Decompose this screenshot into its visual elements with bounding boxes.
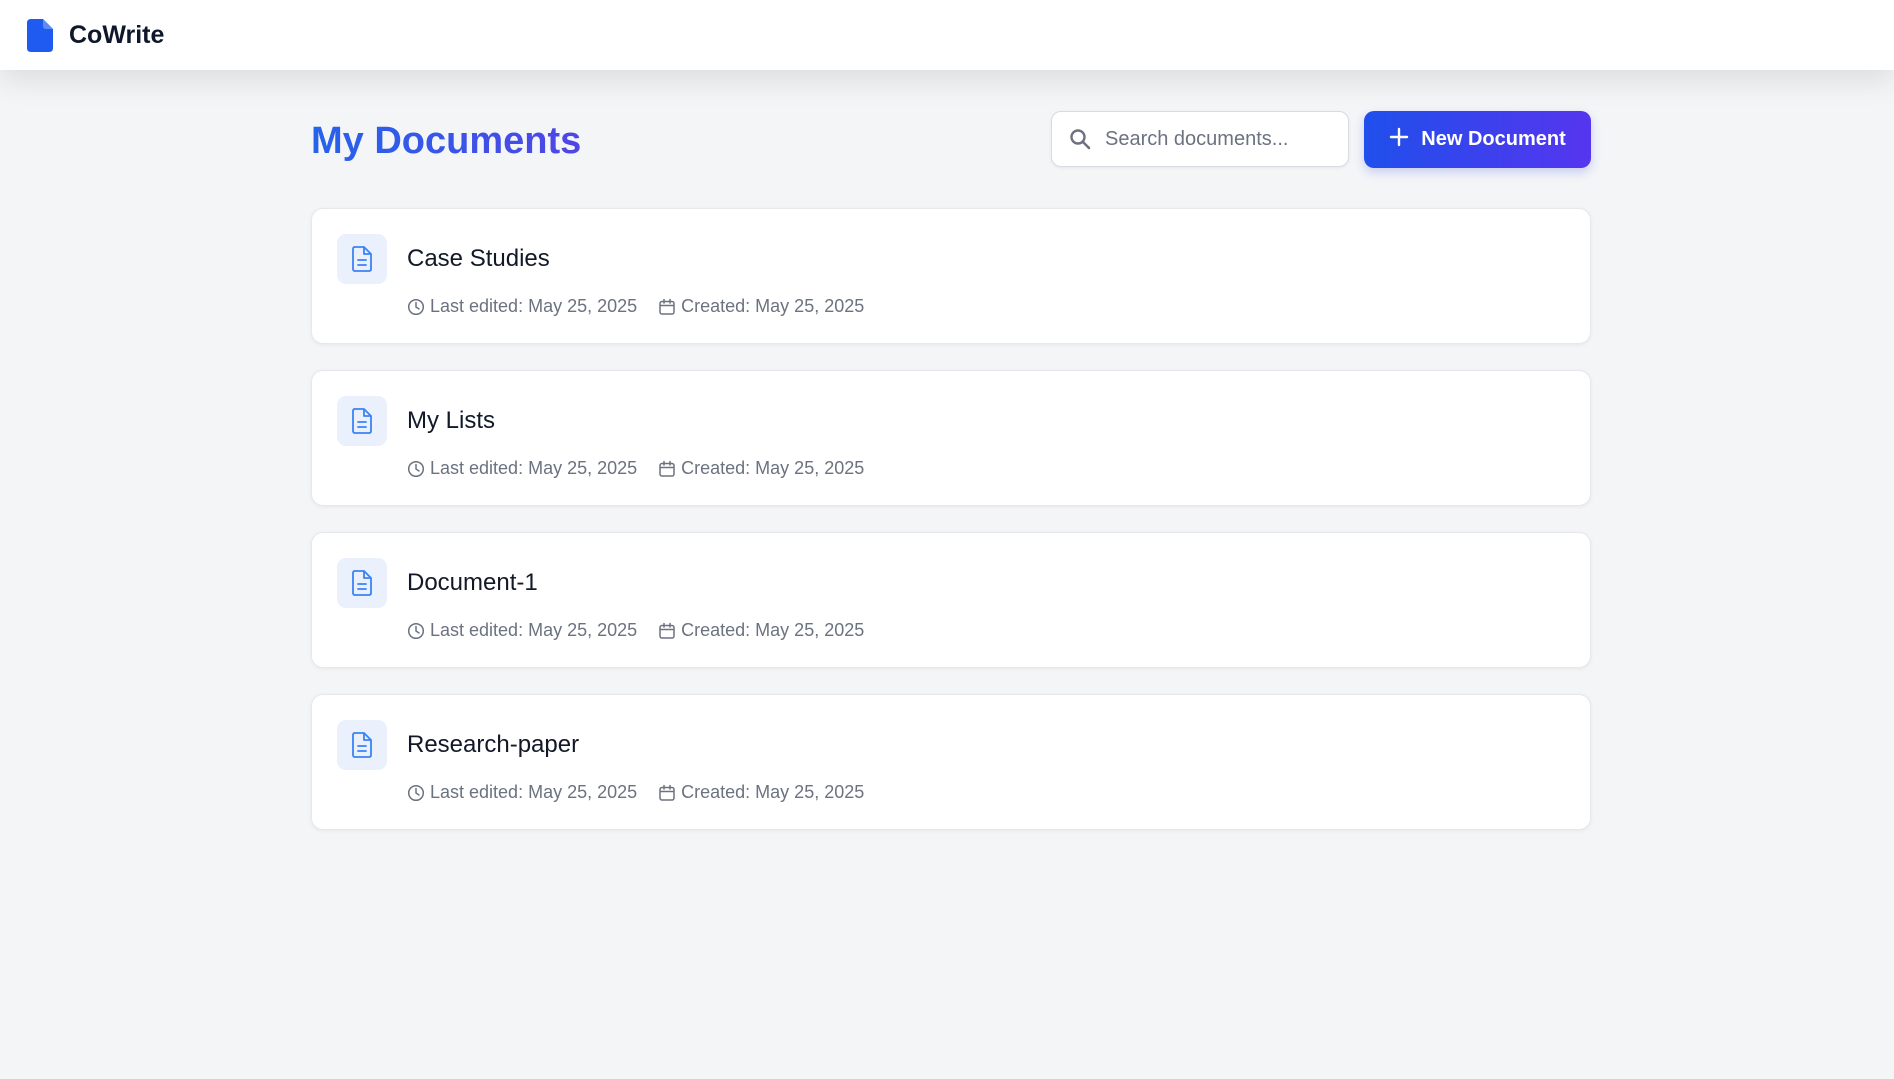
search-icon	[1069, 128, 1091, 150]
document-list: Case Studies Last edited: May 25, 2025 C…	[311, 208, 1591, 830]
document-title: Case Studies	[407, 245, 550, 272]
last-edited-text: Last edited: May 25, 2025	[430, 458, 638, 478]
last-edited: Last edited: May 25, 2025	[407, 458, 637, 479]
app-name: CoWrite	[69, 20, 165, 49]
search-input[interactable]	[1103, 126, 1337, 152]
created-text: Created: May 25, 2025	[681, 620, 865, 640]
top-navbar: CoWrite	[0, 0, 1894, 70]
clock-icon	[407, 784, 425, 801]
created: Created: May 25, 2025	[658, 458, 864, 479]
app-logo[interactable]: CoWrite	[27, 18, 165, 52]
last-edited: Last edited: May 25, 2025	[407, 620, 637, 641]
file-text-icon	[337, 558, 387, 608]
new-document-button[interactable]: New Document	[1364, 111, 1591, 168]
main-content: My Documents New Document	[311, 70, 1591, 856]
file-text-icon	[337, 234, 387, 284]
document-meta: Last edited: May 25, 2025 Created: May 2…	[407, 620, 885, 641]
clock-icon	[407, 622, 425, 639]
last-edited-text: Last edited: May 25, 2025	[430, 782, 638, 802]
last-edited: Last edited: May 25, 2025	[407, 296, 637, 317]
created: Created: May 25, 2025	[658, 620, 864, 641]
calendar-icon	[659, 784, 675, 801]
document-title: My Lists	[407, 407, 496, 434]
clock-icon	[407, 298, 425, 315]
document-card[interactable]: My Lists Last edited: May 25, 2025 Creat…	[311, 370, 1591, 506]
document-title: Research-paper	[407, 731, 580, 758]
created: Created: May 25, 2025	[658, 296, 864, 317]
clock-icon	[407, 460, 425, 477]
document-icon	[27, 18, 53, 52]
document-card[interactable]: Research-paper Last edited: May 25, 2025	[311, 694, 1591, 830]
document-title: Document-1	[407, 569, 538, 596]
document-card[interactable]: Case Studies Last edited: May 25, 2025 C…	[311, 208, 1591, 344]
calendar-icon	[659, 460, 675, 477]
calendar-icon	[659, 622, 675, 639]
created-text: Created: May 25, 2025	[681, 296, 865, 316]
created: Created: May 25, 2025	[658, 782, 864, 803]
document-meta: Last edited: May 25, 2025 Created: May 2…	[407, 782, 885, 803]
document-card[interactable]: Document-1 Last edited: May 25, 2025 Cre…	[311, 532, 1591, 668]
created-text: Created: May 25, 2025	[681, 458, 865, 478]
created-text: Created: May 25, 2025	[681, 782, 865, 802]
file-text-icon	[337, 396, 387, 446]
last-edited-text: Last edited: May 25, 2025	[430, 296, 638, 316]
document-meta: Last edited: May 25, 2025 Created: May 2…	[407, 296, 885, 317]
page-title: My Documents	[311, 120, 582, 162]
new-document-label: New Document	[1421, 128, 1566, 150]
document-meta: Last edited: May 25, 2025 Created: May 2…	[407, 458, 885, 479]
last-edited: Last edited: May 25, 2025	[407, 782, 637, 803]
plus-icon	[1389, 127, 1409, 153]
page-header: My Documents New Document	[311, 70, 1591, 208]
file-text-icon	[337, 720, 387, 770]
calendar-icon	[659, 298, 675, 315]
search-box[interactable]	[1051, 111, 1349, 167]
last-edited-text: Last edited: May 25, 2025	[430, 620, 638, 640]
